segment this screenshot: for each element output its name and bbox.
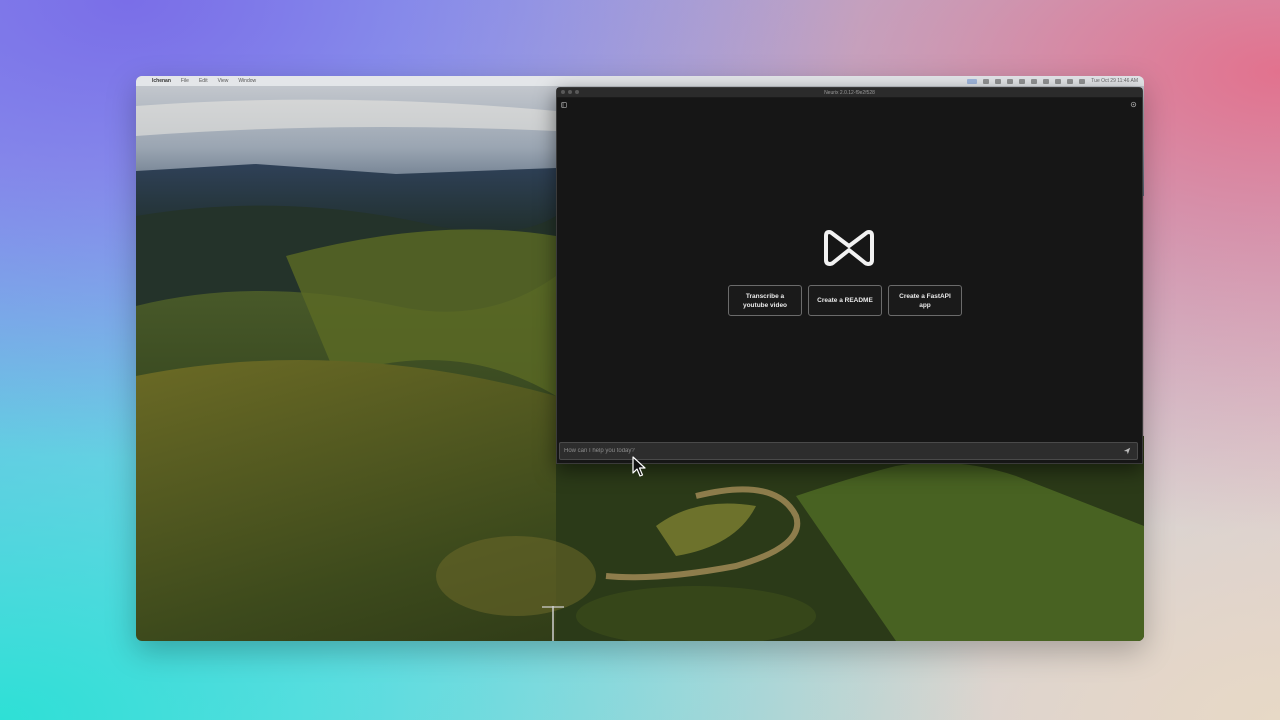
suggestion-transcribe-button[interactable]: Transcribe a youtube video (728, 285, 802, 316)
status-icon[interactable] (1019, 78, 1026, 84)
desktop-screen: Ichenan File Edit View Window Tue Oct 29… (136, 76, 1144, 641)
battery-icon[interactable] (1043, 78, 1050, 84)
menu-edit[interactable]: Edit (199, 78, 208, 84)
settings-button[interactable] (1130, 101, 1137, 108)
sidebar-toggle-button[interactable] (561, 102, 567, 108)
control-center-icon[interactable] (1079, 78, 1086, 84)
gear-icon (1130, 101, 1137, 108)
send-icon (1123, 447, 1131, 455)
send-button[interactable] (1121, 445, 1133, 457)
window-controls (561, 90, 579, 94)
status-app-icon[interactable] (967, 78, 978, 84)
chat-input[interactable] (560, 448, 1121, 454)
suggestion-readme-button[interactable]: Create a README (808, 285, 882, 316)
search-icon[interactable] (1067, 78, 1074, 84)
assistant-app-window: Neurix 2.0.12-f9e2f528 Transcribe a yout… (556, 87, 1143, 464)
window-titlebar[interactable]: Neurix 2.0.12-f9e2f528 (557, 88, 1142, 98)
window-title: Neurix 2.0.12-f9e2f528 (824, 89, 875, 96)
menu-app-name[interactable]: Ichenan (152, 78, 171, 84)
suggestion-buttons: Transcribe a youtube video Create a READ… (728, 285, 970, 319)
mac-menubar: Ichenan File Edit View Window Tue Oct 29… (136, 76, 1144, 86)
app-logo-icon (824, 230, 874, 266)
close-window-button[interactable] (561, 90, 565, 94)
wifi-icon[interactable] (1055, 78, 1062, 84)
status-icon[interactable] (1031, 78, 1038, 84)
status-icon[interactable] (995, 78, 1002, 84)
mouse-pointer-icon (632, 456, 646, 477)
menu-window[interactable]: Window (238, 78, 256, 84)
sidebar-icon (561, 102, 567, 108)
suggestion-fastapi-button[interactable]: Create a FastAPI app (888, 285, 962, 316)
menu-view[interactable]: View (218, 78, 229, 84)
status-icon[interactable] (1007, 78, 1014, 84)
menubar-clock[interactable]: Tue Oct 29 11:46 AM (1091, 78, 1138, 84)
menubar-status-area: Tue Oct 29 11:46 AM (967, 78, 1138, 84)
status-icon[interactable] (983, 78, 990, 84)
menu-file[interactable]: File (181, 78, 189, 84)
zoom-window-button[interactable] (575, 90, 579, 94)
minimize-window-button[interactable] (568, 90, 572, 94)
